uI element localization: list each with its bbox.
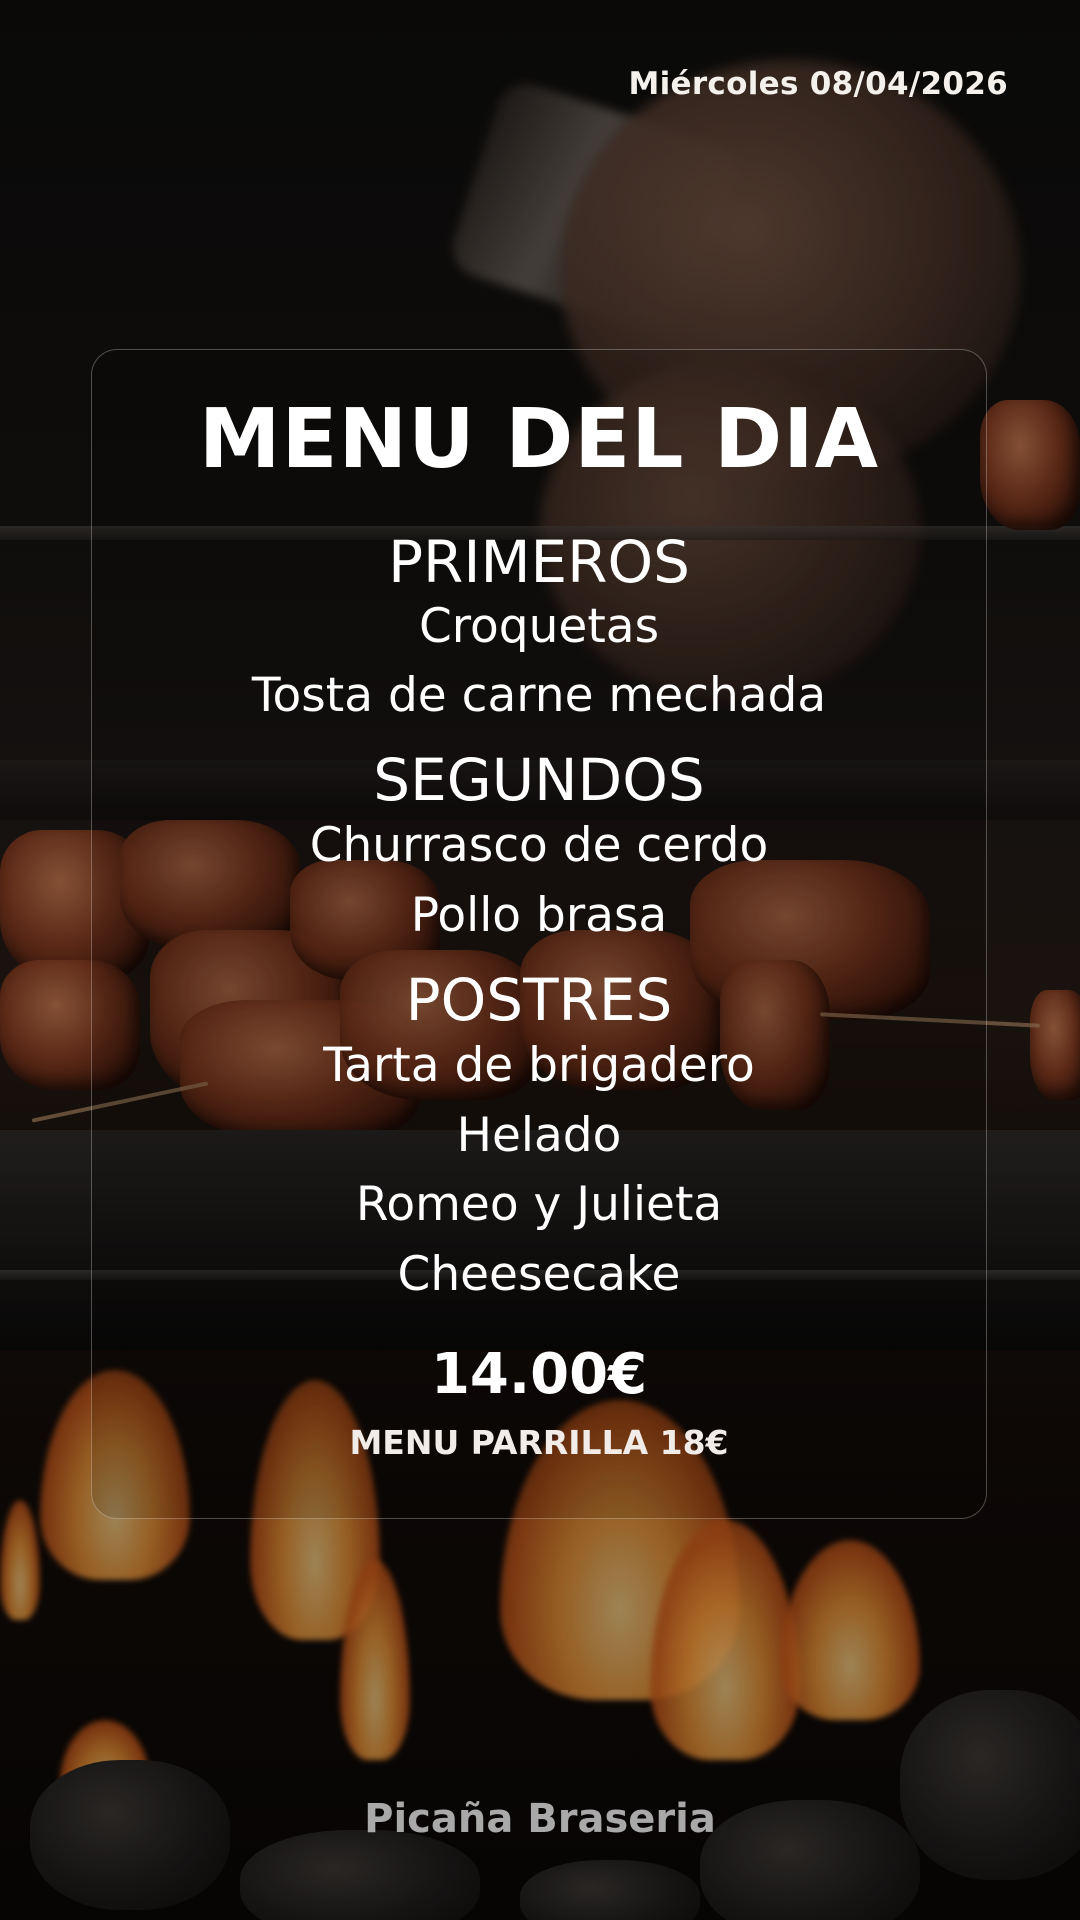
menu-item: Churrasco de cerdo — [309, 818, 769, 873]
alt-menu-price: MENU PARRILLA 18€ — [349, 1423, 729, 1462]
section-heading-postres: POSTRES — [405, 966, 673, 1034]
menu-item: Pollo brasa — [410, 888, 668, 943]
menu-item: Tarta de brigadero — [323, 1038, 755, 1093]
menu-card: MENU DEL DIA PRIMEROS Croquetas Tosta de… — [91, 349, 987, 1519]
section-heading-primeros: PRIMEROS — [388, 528, 690, 596]
date-label: Miércoles 08/04/2026 — [628, 66, 1008, 102]
menu-item: Romeo y Julieta — [355, 1177, 723, 1232]
section-heading-segundos: SEGUNDOS — [373, 746, 705, 814]
menu-price: 14.00€ — [430, 1342, 648, 1407]
brand-name: Picaña Braseria — [364, 1796, 716, 1842]
menu-item: Tosta de carne mechada — [251, 668, 827, 723]
menu-item: Croquetas — [418, 599, 660, 654]
menu-title: MENU DEL DIA — [198, 392, 880, 487]
menu-item: Cheesecake — [397, 1247, 681, 1302]
menu-item: Helado — [456, 1108, 622, 1163]
